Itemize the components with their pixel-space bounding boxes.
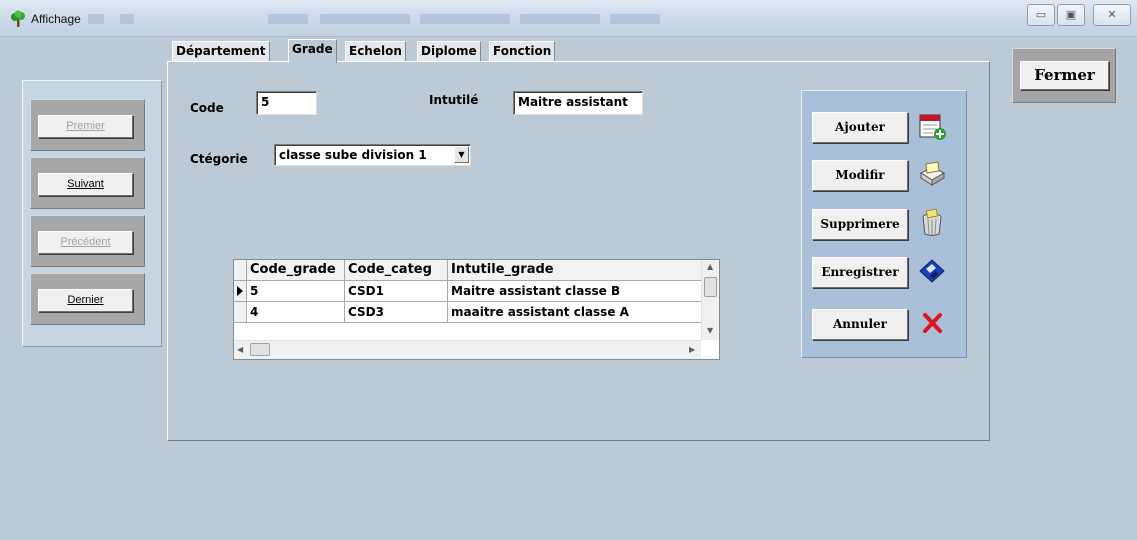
nav-cell-last: Dernier	[30, 273, 145, 325]
grid-header-indicator	[234, 260, 247, 281]
title-blur	[610, 14, 660, 24]
table-row-2-intitule-grade[interactable]: maaitre assistant classe A	[448, 302, 701, 323]
column-header-code-categ[interactable]: Code_categ	[345, 260, 448, 281]
title-blur	[120, 14, 134, 24]
first-button[interactable]: Premier	[38, 115, 133, 138]
close-frame: Fermer	[1012, 48, 1116, 103]
modify-button[interactable]: Modifir	[812, 160, 908, 191]
code-input[interactable]: 5	[256, 91, 317, 115]
tab-departement[interactable]: Département	[172, 41, 270, 62]
column-header-intitule-grade[interactable]: Intutile_grade	[448, 260, 701, 281]
table-row-2-code-grade[interactable]: 4	[247, 302, 345, 323]
vertical-scrollbar[interactable]: ▲ ▼	[701, 260, 719, 340]
nav-cell-previous: Précédent	[30, 215, 145, 267]
previous-button[interactable]: Précédent	[38, 231, 133, 254]
tab-grade[interactable]: Grade	[288, 39, 337, 63]
title-blur	[268, 14, 308, 24]
horizontal-scrollbar[interactable]: ◀ ▶	[234, 340, 701, 359]
save-button[interactable]: Enregistrer	[812, 257, 908, 288]
nav-cell-next: Suivant	[30, 157, 145, 209]
categorie-value: classe sube division 1	[279, 148, 427, 162]
scroll-left-icon[interactable]: ◀	[237, 345, 243, 354]
close-button[interactable]: Fermer	[1020, 61, 1109, 90]
title-blur	[88, 14, 104, 24]
column-header-code-grade[interactable]: Code_grade	[247, 260, 345, 281]
maximize-button[interactable]: ▣	[1057, 4, 1085, 26]
intitule-label: Intutilé	[429, 93, 479, 107]
add-button[interactable]: Ajouter	[812, 112, 908, 143]
chevron-down-icon[interactable]: ▼	[454, 146, 469, 163]
table-row-1-intitule-grade[interactable]: Maitre assistant classe B	[448, 281, 701, 302]
grade-grid[interactable]: Code_grade Code_categ Intutile_grade 5 C…	[233, 259, 720, 360]
vertical-scroll-thumb[interactable]	[704, 277, 717, 297]
tab-fonction[interactable]: Fonction	[489, 41, 556, 62]
delete-button[interactable]: Supprimere	[812, 209, 908, 240]
window-title: Affichage	[31, 12, 81, 26]
tab-echelon[interactable]: Echelon	[345, 41, 406, 62]
scroll-down-icon[interactable]: ▼	[707, 326, 713, 335]
nav-cell-first: Premier	[30, 99, 145, 151]
title-blur	[420, 14, 510, 24]
row-indicator	[234, 302, 247, 323]
table-row-1-code-grade[interactable]: 5	[247, 281, 345, 302]
actions-panel: Ajouter Modifir Supprimere Enregistrer A…	[801, 90, 967, 358]
row-pointer-icon	[237, 286, 243, 296]
table-row-1-code-categ[interactable]: CSD1	[345, 281, 448, 302]
title-bar: Affichage ▭ ▣ ✕	[0, 0, 1137, 37]
close-window-button[interactable]: ✕	[1093, 4, 1131, 26]
minimize-button[interactable]: ▭	[1027, 4, 1055, 26]
title-blur	[320, 14, 410, 24]
edit-document-icon[interactable]	[917, 159, 947, 189]
title-blur	[520, 14, 600, 24]
next-button[interactable]: Suivant	[38, 173, 133, 196]
current-row-indicator	[234, 281, 247, 302]
scroll-up-icon[interactable]: ▲	[707, 262, 713, 271]
categorie-label: Ctégorie	[190, 152, 248, 166]
cancel-button[interactable]: Annuler	[812, 309, 908, 340]
tree-icon	[11, 10, 25, 27]
table-row-2-code-categ[interactable]: CSD3	[345, 302, 448, 323]
red-x-icon[interactable]	[917, 308, 947, 338]
last-button[interactable]: Dernier	[38, 289, 133, 312]
tab-diplome[interactable]: Diplome	[417, 41, 481, 62]
categorie-select[interactable]: classe sube division 1 ▼	[274, 144, 471, 166]
recycle-bin-icon[interactable]	[917, 208, 947, 238]
scroll-right-icon[interactable]: ▶	[689, 345, 695, 354]
floppy-disk-icon[interactable]	[917, 256, 947, 286]
calendar-add-icon[interactable]	[917, 111, 947, 141]
horizontal-scroll-thumb[interactable]	[250, 343, 270, 356]
intitule-input[interactable]: Maitre assistant	[513, 91, 643, 115]
code-label: Code	[190, 101, 224, 115]
